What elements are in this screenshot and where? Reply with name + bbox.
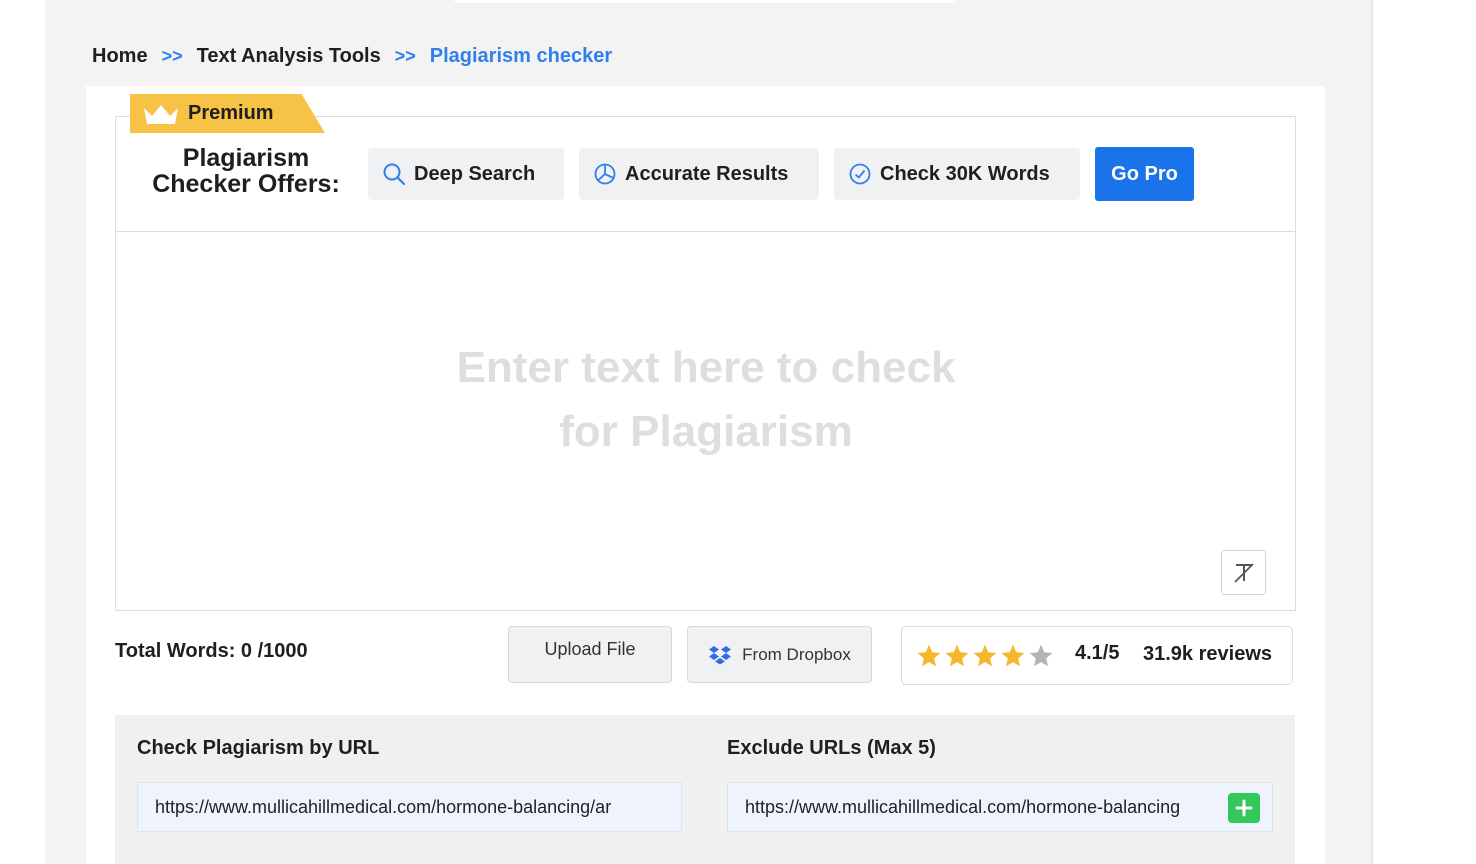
clear-format-icon [1233,562,1254,583]
url-section: Check Plagiarism by URL Exclude URLs (Ma… [115,715,1295,864]
star-icon [917,644,941,667]
offers-title-line2: Checker Offers: [152,170,340,198]
deep-search-label: Deep Search [414,162,536,185]
text-editor[interactable]: Enter text here to check for Plagiarism [116,232,1295,610]
go-pro-button[interactable]: Go Pro [1095,147,1194,201]
dropbox-icon [709,645,732,664]
dropbox-button[interactable]: From Dropbox [687,626,872,683]
review-count: 31.9k reviews [1143,643,1272,665]
check-30k-label: Check 30K Words [880,162,1050,185]
crown-icon [142,102,180,126]
breadcrumb-separator: >> [161,45,183,66]
star-icon [1029,644,1053,667]
breadcrumb-home[interactable]: Home [92,45,148,68]
top-strip [455,0,955,3]
star-icon [973,644,997,667]
clear-format-button[interactable] [1221,550,1266,595]
accurate-results-label: Accurate Results [625,162,789,185]
rating-widget: 4.1/5 31.9k reviews [901,626,1293,685]
check-30k-chip[interactable]: Check 30K Words [834,148,1080,200]
placeholder-line2: for Plagiarism [559,407,853,456]
placeholder-line1: Enter text here to check [456,343,956,392]
premium-label: Premium [188,102,274,124]
search-icon [383,163,406,186]
plagiarism-tool: Plagiarism Checker Offers: Deep Search A… [115,116,1296,611]
exclude-urls-label: Exclude URLs (Max 5) [727,737,936,759]
accurate-results-chip[interactable]: Accurate Results [579,148,819,200]
breadcrumb-current[interactable]: Plagiarism checker [430,45,612,68]
breadcrumb-separator: >> [394,45,416,66]
plus-icon [1235,799,1253,817]
star-icon [1001,644,1025,667]
premium-badge: Premium [130,94,325,133]
offers-title: Plagiarism Checker Offers: [136,145,356,197]
breadcrumb: Home >> Text Analysis Tools >> Plagiaris… [92,43,612,69]
check-url-label: Check Plagiarism by URL [137,737,380,759]
offers-title-line1: Plagiarism [182,144,310,172]
total-words: Total Words: 0 /1000 [115,640,308,662]
pie-chart-icon [594,163,616,185]
deep-search-chip[interactable]: Deep Search [368,148,564,200]
add-url-button[interactable] [1228,793,1260,823]
check-circle-icon [849,163,871,185]
upload-file-label: Upload File [544,639,636,659]
star-rating [916,643,1054,669]
exclude-url-input[interactable] [727,782,1273,832]
rating-value: 4.1/5 [1075,642,1120,664]
upload-file-button[interactable]: Upload File [508,626,672,683]
dropbox-label: From Dropbox [742,644,851,664]
breadcrumb-text-analysis-tools[interactable]: Text Analysis Tools [197,45,381,68]
star-icon [945,644,969,667]
offers-row: Plagiarism Checker Offers: Deep Search A… [116,117,1295,232]
editor-placeholder: Enter text here to check for Plagiarism [406,336,1006,464]
check-url-input[interactable] [137,782,682,832]
page-divider [1371,0,1373,864]
